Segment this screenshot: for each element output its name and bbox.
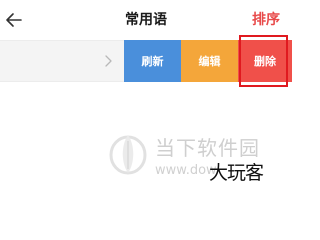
page-title: 常用语	[125, 12, 167, 28]
watermark-url-text: www.dow	[155, 163, 217, 178]
edit-button[interactable]: 编辑	[181, 40, 238, 82]
watermark-brand-text: 当下软件园	[155, 136, 260, 160]
refresh-button[interactable]: 刷新	[124, 40, 181, 82]
delete-button[interactable]: 删除	[238, 40, 292, 82]
watermark-overlay-text: 大玩客	[209, 162, 264, 184]
phrase-list-item[interactable]: 刷新 编辑 删除	[0, 40, 292, 82]
sort-button[interactable]: 排序	[252, 11, 280, 29]
top-bar: 常用语 排序	[0, 0, 292, 40]
downxia-logo-icon	[109, 135, 147, 175]
chevron-right-icon	[105, 55, 112, 67]
